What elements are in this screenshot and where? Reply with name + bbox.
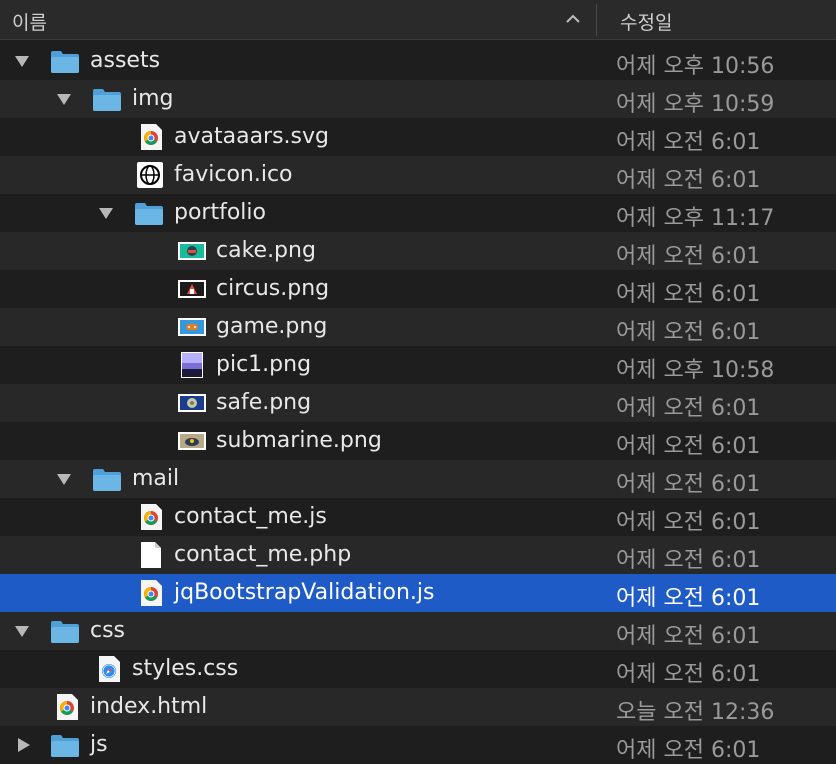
blank-file-icon xyxy=(141,542,161,568)
date-modified: 어제 오전 6:01 xyxy=(616,472,761,497)
column-divider[interactable] xyxy=(596,4,597,36)
file-name: css xyxy=(90,618,126,643)
list-item-mail[interactable]: mail 어제 오전 6:01 xyxy=(0,460,836,498)
date-modified: 어제 오전 6:01 xyxy=(616,548,761,573)
image-thumbnail-icon xyxy=(178,280,206,298)
date-modified: 어제 오후 11:17 xyxy=(616,206,775,231)
file-list: assets 어제 오후 10:56 img 어제 오후 10:59 avata… xyxy=(0,42,836,764)
folder-icon xyxy=(51,51,79,73)
folder-icon xyxy=(135,203,163,225)
date-modified: 어제 오전 6:01 xyxy=(616,244,761,269)
file-name: cake.png xyxy=(216,238,316,263)
file-name: game.png xyxy=(216,314,328,339)
date-modified: 어제 오전 6:01 xyxy=(616,662,761,687)
image-thumbnail-icon xyxy=(178,394,206,412)
list-item-favicon-ico[interactable]: favicon.ico 어제 오전 6:01 xyxy=(0,156,836,194)
list-item-avataaars-svg[interactable]: avataaars.svg 어제 오전 6:01 xyxy=(0,118,836,156)
date-modified: 어제 오전 6:01 xyxy=(616,320,761,345)
list-item-pic1-png[interactable]: pic1.png 어제 오후 10:58 xyxy=(0,346,836,384)
chrome-file-icon xyxy=(141,580,162,606)
file-name: mail xyxy=(132,466,180,491)
list-item-circus-png[interactable]: circus.png 어제 오전 6:01 xyxy=(0,270,836,308)
date-modified: 어제 오전 6:01 xyxy=(616,624,761,649)
list-item-js[interactable]: js 어제 오전 6:01 xyxy=(0,726,836,764)
disclosure-expanded-icon[interactable] xyxy=(14,54,30,68)
date-modified: 어제 오전 6:01 xyxy=(616,168,761,193)
date-modified: 어제 오전 6:01 xyxy=(616,738,761,763)
date-modified: 오늘 오전 12:36 xyxy=(616,700,775,725)
date-modified: 어제 오전 6:01 xyxy=(616,434,761,459)
file-name: submarine.png xyxy=(216,428,382,453)
file-name: circus.png xyxy=(216,276,330,301)
file-name: pic1.png xyxy=(216,352,312,377)
date-modified: 어제 오전 6:01 xyxy=(616,130,761,155)
folder-icon xyxy=(93,469,121,491)
list-item-contact-me-js[interactable]: contact_me.js 어제 오전 6:01 xyxy=(0,498,836,536)
list-item-assets[interactable]: assets 어제 오후 10:56 xyxy=(0,42,836,80)
safari-file-icon xyxy=(99,656,120,682)
file-name: avataaars.svg xyxy=(174,124,329,149)
disclosure-expanded-icon[interactable] xyxy=(56,92,72,106)
column-header-name[interactable]: 이름 xyxy=(12,8,47,35)
list-item-jqbootstrapvalidation-js[interactable]: jqBootstrapValidation.js 어제 오전 6:01 xyxy=(0,574,836,612)
folder-icon xyxy=(93,89,121,111)
list-item-index-html[interactable]: index.html 오늘 오전 12:36 xyxy=(0,688,836,726)
date-modified: 어제 오전 6:01 xyxy=(616,586,761,611)
chrome-file-icon xyxy=(141,504,162,530)
disclosure-expanded-icon[interactable] xyxy=(14,624,30,638)
image-thumbnail-icon xyxy=(178,432,206,450)
list-item-img[interactable]: img 어제 오후 10:59 xyxy=(0,80,836,118)
disclosure-expanded-icon[interactable] xyxy=(98,206,114,220)
file-name: safe.png xyxy=(216,390,312,415)
image-thumbnail-icon xyxy=(178,242,206,260)
file-name: index.html xyxy=(90,694,208,719)
file-name: img xyxy=(132,86,174,111)
date-modified: 어제 오후 10:58 xyxy=(616,358,775,383)
folder-icon xyxy=(51,621,79,643)
list-item-game-png[interactable]: game.png 어제 오전 6:01 xyxy=(0,308,836,346)
date-modified: 어제 오후 10:59 xyxy=(616,92,775,117)
file-name: contact_me.php xyxy=(174,542,352,567)
list-header: 이름 수정일 xyxy=(0,0,836,40)
date-modified: 어제 오전 6:01 xyxy=(616,510,761,535)
file-name: favicon.ico xyxy=(174,162,293,187)
list-item-styles-css[interactable]: styles.css 어제 오전 6:01 xyxy=(0,650,836,688)
file-name: assets xyxy=(90,48,161,73)
list-item-portfolio[interactable]: portfolio 어제 오후 11:17 xyxy=(0,194,836,232)
list-item-contact-me-php[interactable]: contact_me.php 어제 오전 6:01 xyxy=(0,536,836,574)
folder-icon xyxy=(51,735,79,757)
list-item-cake-png[interactable]: cake.png 어제 오전 6:01 xyxy=(0,232,836,270)
list-item-submarine-png[interactable]: submarine.png 어제 오전 6:01 xyxy=(0,422,836,460)
date-modified: 어제 오전 6:01 xyxy=(616,282,761,307)
image-thumbnail-icon xyxy=(178,318,206,336)
date-modified: 어제 오후 10:56 xyxy=(616,54,775,79)
globe-icon xyxy=(137,162,163,188)
file-name: contact_me.js xyxy=(174,504,327,529)
list-item-safe-png[interactable]: safe.png 어제 오전 6:01 xyxy=(0,384,836,422)
chrome-file-icon xyxy=(57,694,78,720)
file-name: js xyxy=(90,732,108,757)
chrome-file-icon xyxy=(141,124,162,150)
chevron-up-icon[interactable] xyxy=(564,10,582,28)
file-name: jqBootstrapValidation.js xyxy=(174,580,435,605)
disclosure-collapsed-icon[interactable] xyxy=(16,738,32,752)
date-modified: 어제 오전 6:01 xyxy=(616,396,761,421)
disclosure-expanded-icon[interactable] xyxy=(56,472,72,486)
list-item-css[interactable]: css 어제 오전 6:01 xyxy=(0,612,836,650)
column-header-date-modified[interactable]: 수정일 xyxy=(620,8,672,35)
image-thumbnail-icon xyxy=(181,352,203,378)
file-name: portfolio xyxy=(174,200,266,225)
file-name: styles.css xyxy=(132,656,239,681)
